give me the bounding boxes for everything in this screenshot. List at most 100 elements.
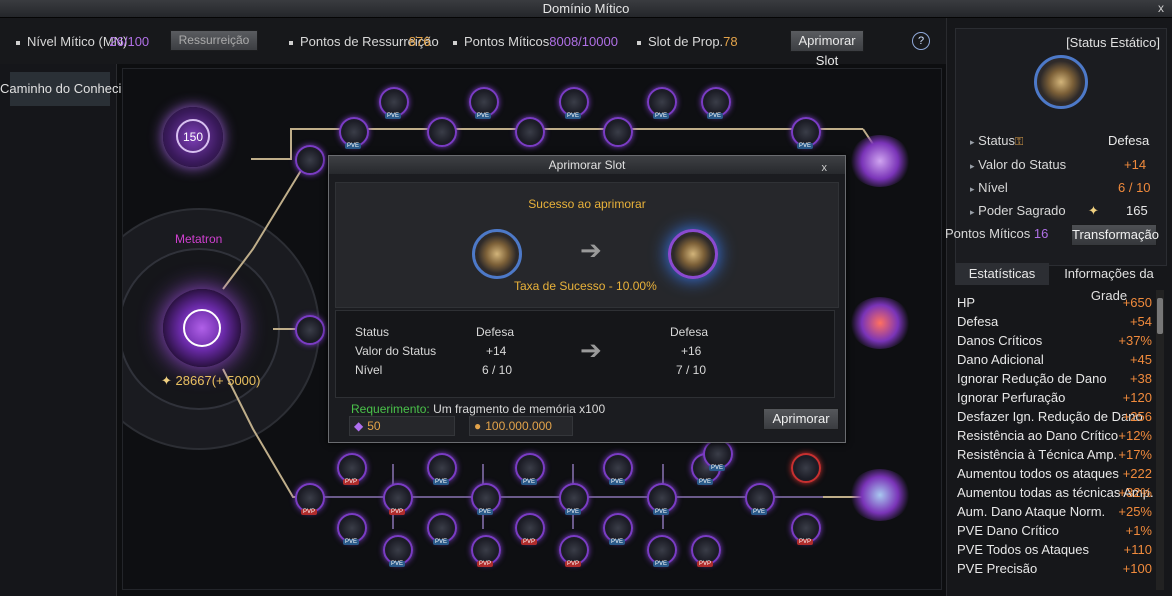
- tree-node[interactable]: [791, 453, 821, 483]
- dialog-close-icon[interactable]: x: [822, 159, 828, 177]
- stat-name: Resistência à Técnica Amp.: [957, 447, 1118, 462]
- next-value: +16: [681, 344, 702, 358]
- resurrection-points: Pontos de Ressurreição876: [289, 34, 439, 49]
- upgrade-slot-button[interactable]: Aprimorar Slot: [790, 30, 864, 68]
- tree-node[interactable]: [295, 315, 325, 345]
- tree-node[interactable]: PVE: [703, 439, 733, 471]
- stat-row: PVE Todos os Ataques +110: [957, 542, 1157, 561]
- status-row-sacred: ▸ Poder Sagrado ✦ 165: [970, 203, 1148, 218]
- tree-node[interactable]: PVE: [427, 453, 457, 485]
- tree-node[interactable]: PVP: [383, 483, 413, 515]
- tree-node[interactable]: PVP: [691, 535, 721, 567]
- tree-node[interactable]: PVE: [701, 87, 731, 119]
- stat-row: Dano Adicional +45: [957, 352, 1157, 371]
- requirement-label: Requerimento:: [351, 402, 430, 416]
- stat-row: Aumentou todos os ataques +222: [957, 466, 1157, 485]
- tree-node[interactable]: PVP: [471, 535, 501, 567]
- pve-tag: PVE: [477, 509, 494, 515]
- tree-node[interactable]: [427, 117, 457, 147]
- power-value: 28667: [175, 373, 212, 388]
- tree-node[interactable]: PVE: [647, 535, 677, 567]
- bullet-icon: [289, 40, 293, 45]
- mythic-points: Pontos Míticos8008/10000: [453, 34, 618, 49]
- tree-node[interactable]: PVE: [427, 513, 457, 545]
- stat-row: Resistência ao Dano Crítico +12%: [957, 428, 1157, 447]
- stat-value: +45: [1129, 352, 1152, 367]
- resurrection-button[interactable]: Ressurreição: [170, 30, 258, 51]
- stat-value: +38: [1129, 371, 1152, 386]
- stat-row: Danos Críticos +37%: [957, 333, 1157, 352]
- upgrade-slot-dialog: Aprimorar Slot x Sucesso ao aprimorar ➔ …: [328, 155, 846, 443]
- tree-node[interactable]: PVE: [379, 87, 409, 119]
- stat-row: Ignorar Redução de Dano +38: [957, 371, 1157, 390]
- stat-value: +120: [1122, 390, 1152, 405]
- tab-statistics[interactable]: Estatísticas: [955, 263, 1049, 285]
- tree-node[interactable]: PVE: [471, 483, 501, 515]
- stat-name: PVE Precisão: [957, 561, 1038, 576]
- tree-node[interactable]: PVE: [745, 483, 775, 515]
- level-label: Nível: [978, 180, 1008, 195]
- tree-node[interactable]: PVE: [515, 453, 545, 485]
- tree-node[interactable]: PVP: [791, 513, 821, 545]
- top-info-bar: Nível Mítico (MN)26/100 Ressurreição Pon…: [0, 18, 946, 68]
- tree-node[interactable]: [603, 117, 633, 147]
- current-status: Defesa: [476, 325, 515, 339]
- stat-value: +17%: [1118, 447, 1152, 462]
- character-emblem[interactable]: [163, 289, 241, 367]
- tree-node[interactable]: PVE: [559, 483, 589, 515]
- bullet-icon: [637, 40, 641, 45]
- branch-wing-middle[interactable]: [849, 297, 911, 349]
- pve-tag: PVE: [565, 113, 582, 119]
- tree-node[interactable]: PVE: [383, 535, 413, 567]
- mythic-level-value: 26/100: [109, 34, 150, 49]
- branch-wing-bottom[interactable]: [849, 469, 911, 521]
- confirm-upgrade-button[interactable]: Aprimorar: [763, 408, 839, 430]
- tree-node[interactable]: PVE: [339, 117, 369, 149]
- mythic-level: Nível Mítico (MN)26/100: [16, 34, 149, 49]
- tree-node[interactable]: [295, 145, 325, 175]
- dialog-footer: Requerimento: Um fragmento de memória x1…: [335, 400, 839, 436]
- tree-node[interactable]: PVE: [337, 513, 367, 545]
- tree-node[interactable]: PVE: [791, 117, 821, 149]
- tree-node[interactable]: PVP: [295, 483, 325, 515]
- character-name: Metatron: [175, 232, 223, 246]
- pve-tag: PVE: [343, 539, 360, 545]
- pve-tag: PVE: [653, 113, 670, 119]
- pve-tag: PVE: [609, 539, 626, 545]
- stat-row: Defesa +54: [957, 314, 1157, 333]
- stat-value: +32%: [1118, 485, 1152, 500]
- help-icon[interactable]: ?: [912, 32, 930, 50]
- success-rate: Taxa de Sucesso - 10.00%: [514, 279, 657, 293]
- tab-grid-info[interactable]: Informações da Grade: [1047, 263, 1171, 303]
- tree-node[interactable]: [515, 117, 545, 147]
- tree-node[interactable]: PVP: [515, 513, 545, 545]
- tree-node[interactable]: PVE: [603, 513, 633, 545]
- shield-current-icon: [472, 229, 522, 279]
- branch-wing-top[interactable]: [849, 135, 911, 187]
- stats-scrollbar[interactable]: [1156, 290, 1164, 590]
- transform-button[interactable]: Transformação: [1071, 224, 1159, 246]
- pvp-tag: PVP: [343, 479, 360, 485]
- tree-node[interactable]: PVP: [337, 453, 367, 485]
- tree-node[interactable]: PVE: [603, 453, 633, 485]
- stat-value: +100: [1122, 561, 1152, 576]
- level-badge: 150: [163, 107, 223, 167]
- tree-node[interactable]: PVP: [559, 535, 589, 567]
- stat-row: PVE Dano Crítico +1%: [957, 523, 1157, 542]
- scrollbar-thumb[interactable]: [1157, 298, 1163, 334]
- window-titlebar: Domínio Mítico x: [0, 0, 1172, 18]
- next-level: 7 / 10: [676, 363, 707, 377]
- gold-cost: ● 100.000.000: [469, 416, 573, 436]
- tab-knowledge-path[interactable]: Caminho do Conhecimento: [0, 72, 158, 106]
- pve-tag: PVE: [751, 509, 768, 515]
- pve-tag: PVE: [475, 113, 492, 119]
- tree-node[interactable]: PVE: [469, 87, 499, 119]
- upgrade-comparison-table: Status Valor do Status Nível Defesa +14 …: [335, 310, 835, 398]
- tree-node[interactable]: PVE: [559, 87, 589, 119]
- stat-value: +12%: [1118, 428, 1152, 443]
- sacred-value: 165: [1126, 203, 1148, 218]
- tree-node[interactable]: PVE: [647, 483, 677, 515]
- window-close-icon[interactable]: x: [1158, 0, 1164, 17]
- tree-node[interactable]: PVE: [647, 87, 677, 119]
- success-title: Sucesso ao aprimorar: [528, 197, 646, 211]
